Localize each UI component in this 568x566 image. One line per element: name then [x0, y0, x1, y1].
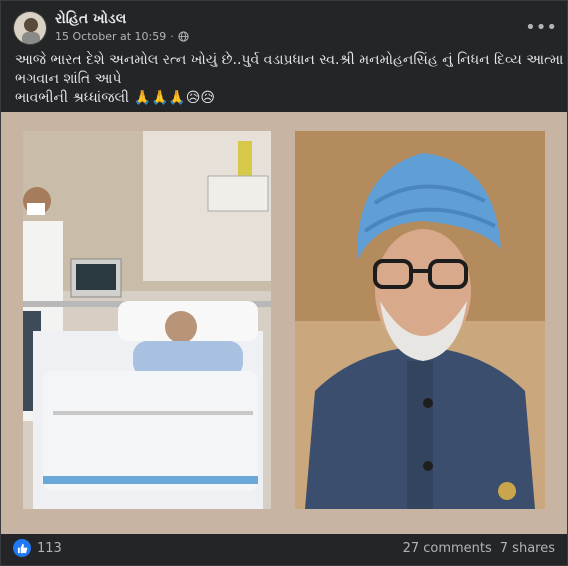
author-avatar[interactable]: [13, 11, 47, 45]
post-card: રોહિત ખોડલ 15 October at 10:59 · ••• આજે…: [0, 0, 568, 566]
author-name[interactable]: રોહિત ખોડલ: [55, 11, 126, 27]
more-options-icon[interactable]: •••: [525, 13, 557, 41]
caption-line: આજે ભારત દેશે અનમોલ રત્ન ખોયું છે..પુર્વ…: [15, 52, 568, 68]
portrait-photo: [295, 131, 545, 509]
hospital-photo: [23, 131, 271, 509]
meta-separator: ·: [170, 30, 174, 43]
post-caption: આજે ભારત દેશે અનમોલ રત્ન ખોયું છે..પુર્વ…: [15, 51, 568, 108]
reaction-count[interactable]: 113: [37, 541, 62, 556]
post-header: રોહિત ખોડલ 15 October at 10:59 · •••: [13, 11, 557, 45]
caption-line: ભાવભીની શ્રધ્ધાંજલી 🙏🙏🙏😥😥: [15, 90, 215, 106]
comments-count[interactable]: 27 comments: [403, 541, 492, 556]
globe-icon[interactable]: [178, 31, 189, 42]
like-icon[interactable]: [13, 539, 31, 557]
post-timestamp[interactable]: 15 October at 10:59: [55, 30, 166, 43]
post-meta: 15 October at 10:59 ·: [55, 30, 189, 43]
caption-line: ભગવાન શાંતિ આપે: [15, 71, 122, 87]
post-footer: 113 27 comments 7 shares: [13, 537, 555, 559]
shares-count[interactable]: 7 shares: [500, 541, 555, 556]
post-photo[interactable]: [1, 112, 567, 534]
